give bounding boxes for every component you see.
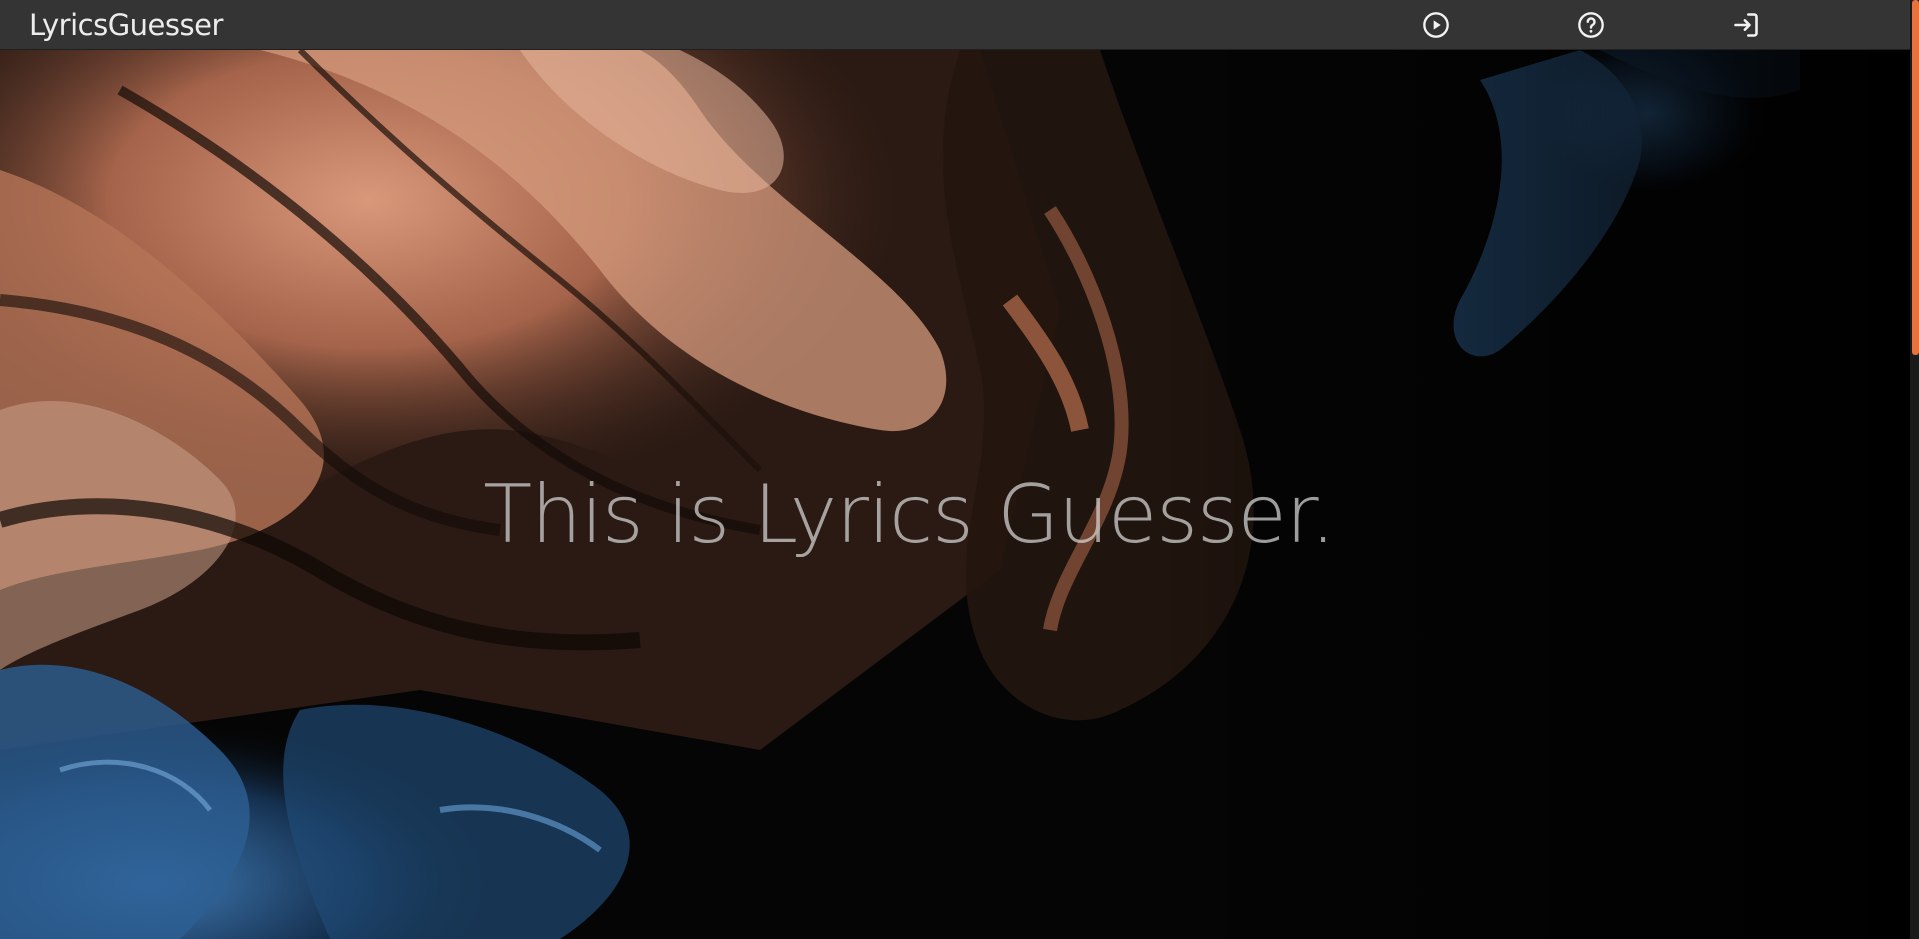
page-scrollbar[interactable] xyxy=(1910,0,1919,939)
play-circle-icon xyxy=(1423,12,1449,38)
brand-logo-link[interactable]: LyricsGuesser xyxy=(29,8,223,42)
question-circle-icon xyxy=(1578,12,1604,38)
page: LyricsGuesser This is Lyrics Guesser. xyxy=(0,0,1919,939)
play-button[interactable] xyxy=(1421,10,1451,40)
navbar: LyricsGuesser xyxy=(0,0,1910,50)
hero-title: This is Lyrics Guesser. xyxy=(483,468,1336,561)
help-button[interactable] xyxy=(1576,10,1606,40)
login-button[interactable] xyxy=(1731,10,1761,40)
sign-in-icon xyxy=(1734,13,1758,37)
scrollbar-thumb[interactable] xyxy=(1912,0,1919,355)
hero-section: This is Lyrics Guesser. xyxy=(0,50,1910,939)
